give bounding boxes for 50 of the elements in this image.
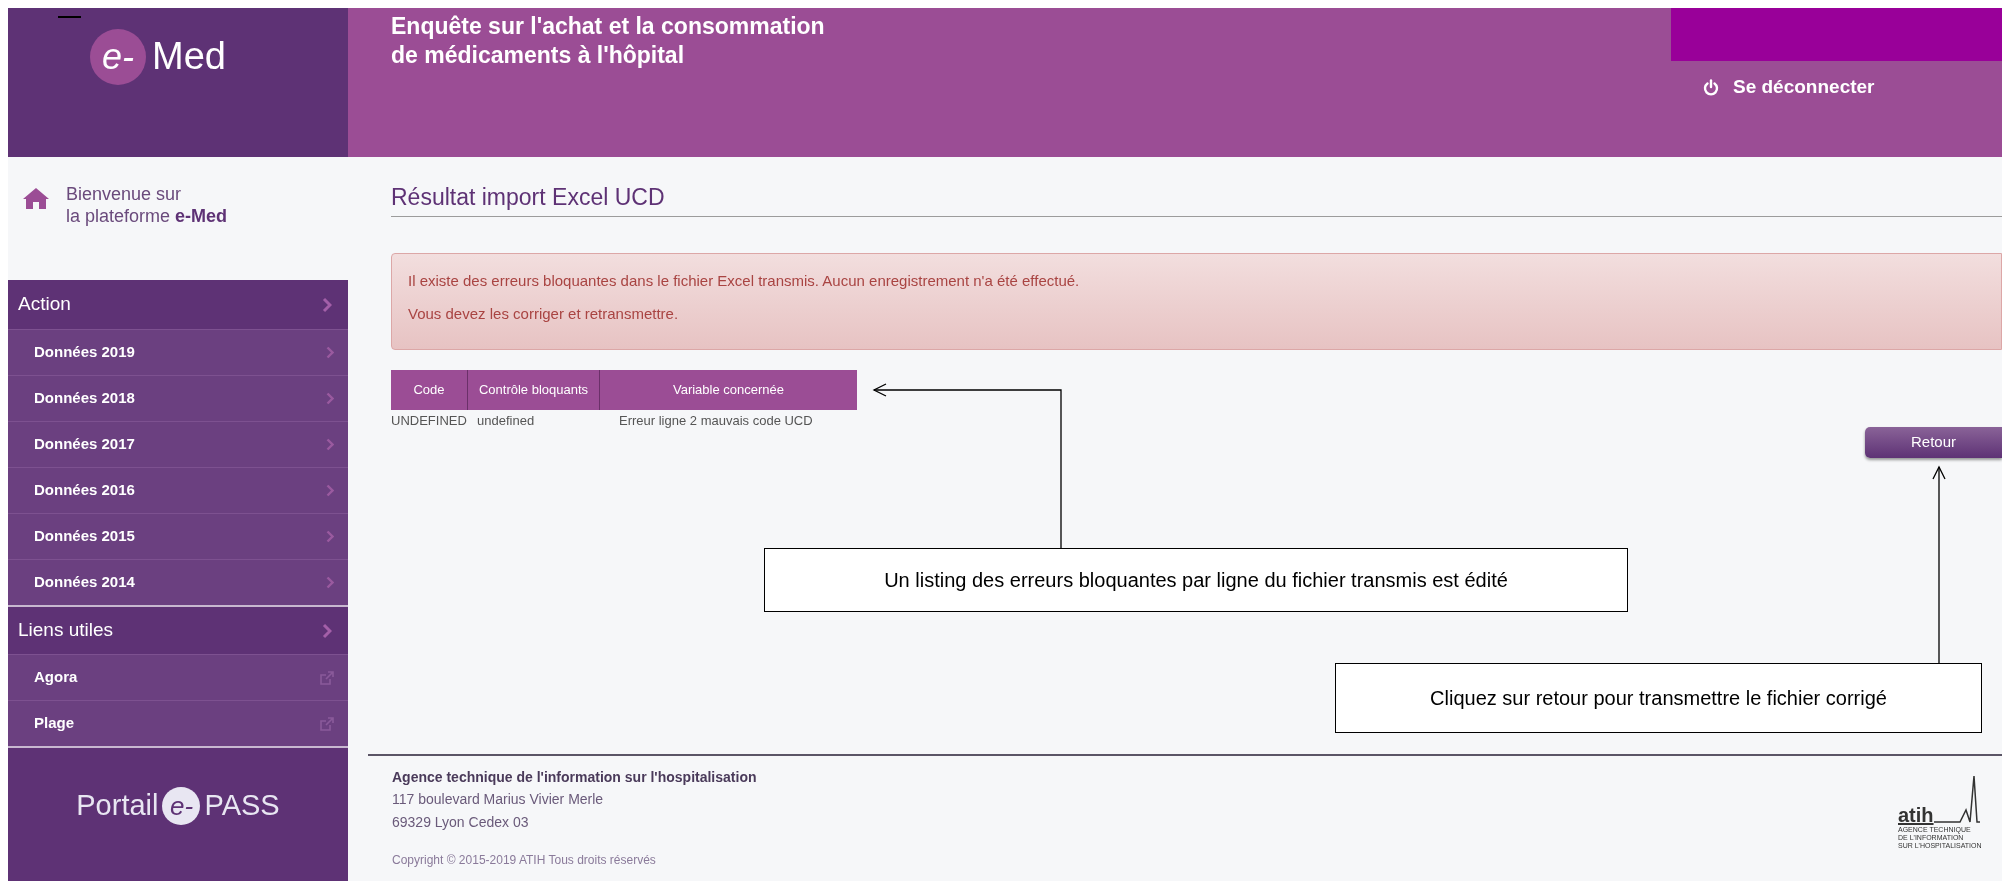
chevron-icon (326, 392, 334, 405)
address-line: 69329 Lyon Cedex 03 (392, 813, 530, 832)
table-cell-text: Erreur ligne 2 mauvais code UCD (618, 412, 814, 431)
home-icon[interactable] (22, 186, 50, 210)
page-title: Résultat import Excel UCD (391, 182, 665, 212)
app-title: de médicaments à l'hôpital (391, 41, 686, 70)
chevron-icon (326, 346, 334, 359)
power-icon (1703, 78, 1719, 96)
chevron-icon (326, 576, 334, 589)
column-header: Code (412, 381, 446, 400)
menu-section[interactable]: Action (8, 280, 348, 329)
table-cell-text: undefined (477, 412, 536, 431)
alert-text: Il existe des erreurs bloquantes dans le fichier Excel transmis. Aucun enregistrement n'a été effectué. (408, 271, 1081, 291)
logo-wordmark: atih (1898, 804, 1934, 826)
menu-item[interactable]: Données 2016 (8, 467, 348, 513)
welcome-text: Bienvenue sur la plateforme e-Med (66, 183, 228, 227)
logo-text: Med (152, 34, 226, 79)
column-header: Variable concernée (599, 370, 857, 410)
corner-dash (58, 16, 81, 18)
pulse-line-icon (1933, 774, 1980, 826)
chevron-icon (326, 438, 334, 451)
callout-box: Un listing des erreurs bloquantes par ligne du fichier transmis est édité (764, 548, 1628, 612)
external-link-icon (320, 716, 334, 731)
chevron-icon (326, 530, 334, 543)
menu-item[interactable]: Plage (8, 700, 348, 746)
chevron-icon (322, 622, 332, 639)
column-header: Contrôle bloquants (467, 370, 599, 410)
portal-text: Portail (76, 788, 159, 824)
portal-badge: e- (162, 787, 201, 825)
back-button[interactable]: Retour (1865, 427, 2002, 458)
logout-link[interactable]: Se déconnecter (1703, 73, 2002, 102)
menu-section[interactable]: Liens utiles (8, 605, 348, 654)
callout-box: Cliquez sur retour pour transmettre le fichier corrigé (1335, 663, 1982, 733)
menu-item[interactable]: Agora (8, 654, 348, 700)
alert-text: Vous devez les corriger et retransmettre. (408, 303, 680, 324)
table-cell-text: UNDEFINED (391, 412, 468, 431)
menu-item[interactable]: Données 2015 (8, 513, 348, 559)
menu-item[interactable]: Données 2014 (8, 559, 348, 605)
app-title: Enquête sur l'achat et la consommation (391, 12, 825, 41)
address-line: 117 boulevard Marius Vivier Merle (392, 790, 605, 809)
menu-item[interactable]: Données 2018 (8, 375, 348, 421)
logo-badge: e- (90, 28, 147, 85)
external-link-icon (320, 670, 334, 685)
chevron-icon (322, 296, 332, 313)
portal-text: PASS (204, 788, 280, 824)
organization-name: Agence technique de l'information sur l'hospitalisation (392, 768, 757, 787)
chevron-icon (326, 484, 334, 497)
menu-item[interactable]: Données 2017 (8, 421, 348, 467)
copyright-text: Copyright © 2015-2019 ATIH Tous droits réservés (392, 852, 657, 869)
menu-item[interactable]: Données 2019 (8, 329, 348, 375)
